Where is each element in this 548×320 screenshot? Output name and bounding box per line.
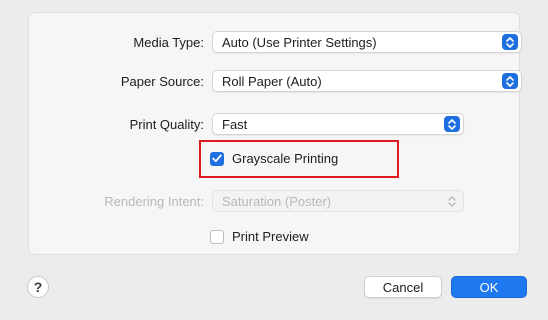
print-quality-value: Fast [222,116,248,132]
chevron-up-down-icon [444,193,460,209]
grayscale-label: Grayscale Printing [232,151,339,166]
help-button[interactable]: ? [27,276,49,298]
chevron-up-down-icon [444,116,460,132]
grayscale-checkbox[interactable] [210,151,224,166]
paper-source-label: Paper Source: [120,74,204,89]
print-quality-select[interactable]: Fast [212,113,464,135]
grayscale-checkbox-row[interactable]: Grayscale Printing [210,151,338,166]
rendering-intent-label: Rendering Intent: [104,194,204,209]
media-type-value: Auto (Use Printer Settings) [222,34,377,50]
paper-source-value: Roll Paper (Auto) [222,73,322,89]
checkmark-icon [212,154,222,163]
media-type-select[interactable]: Auto (Use Printer Settings) [212,31,522,53]
cancel-button[interactable]: Cancel [364,276,442,298]
chevron-up-down-icon [502,34,518,50]
print-preview-checkbox[interactable] [210,229,224,244]
print-preview-row[interactable]: Print Preview [210,229,309,244]
ok-button[interactable]: OK [451,276,527,298]
paper-source-select[interactable]: Roll Paper (Auto) [212,70,522,92]
rendering-intent-select: Saturation (Poster) [212,190,464,212]
rendering-intent-value: Saturation (Poster) [222,193,332,209]
chevron-up-down-icon [502,73,518,89]
print-preview-label: Print Preview [232,229,309,244]
media-type-label: Media Type: [133,35,204,50]
print-quality-label: Print Quality: [129,117,204,132]
